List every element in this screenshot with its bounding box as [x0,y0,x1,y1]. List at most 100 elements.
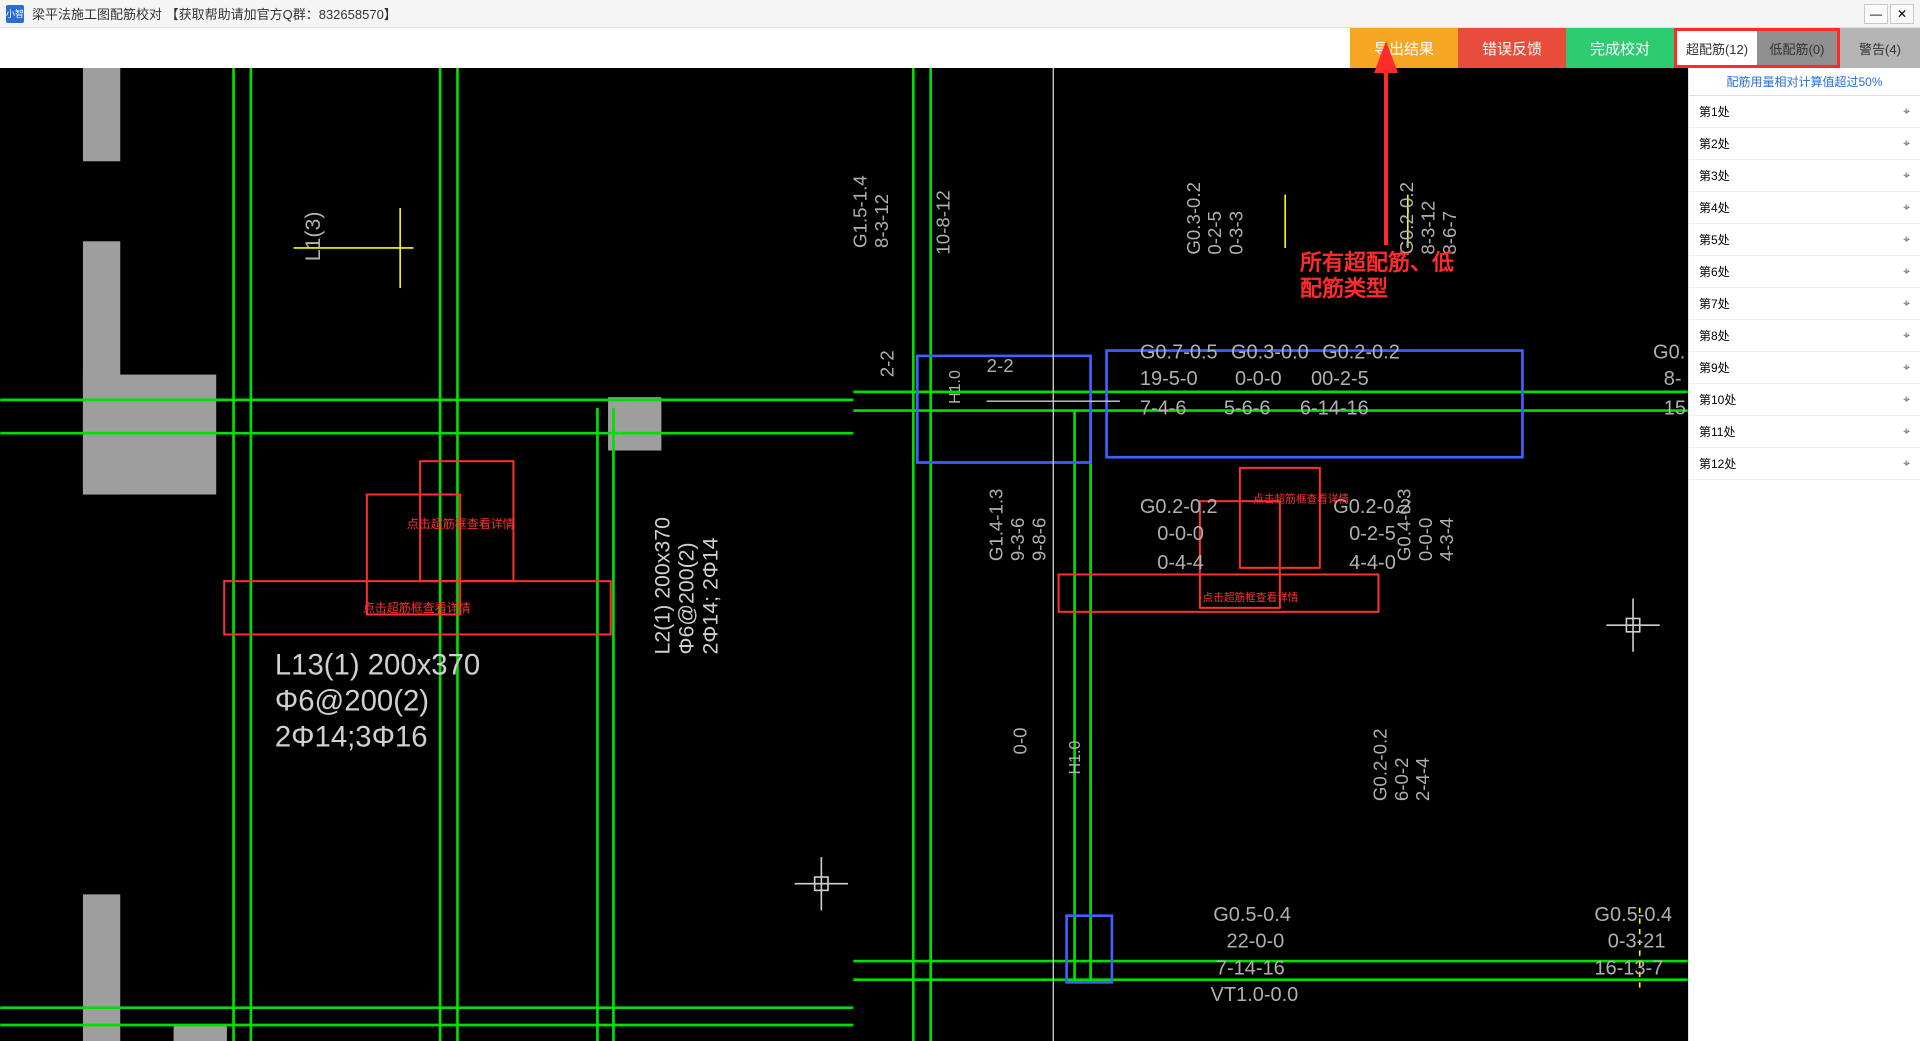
svg-text:G0.2-0.2: G0.2-0.2 [1140,496,1218,518]
cad-label-l2-2: Φ6@200(2) [674,542,698,654]
result-item-label: 第4处 [1699,199,1730,216]
svg-text:0-2-5: 0-2-5 [1204,211,1225,255]
result-item-10[interactable]: 第10处 ⌖ [1689,384,1920,416]
svg-text:7-14-16: 7-14-16 [1216,957,1285,979]
toolbar: 导出结果 错误反馈 完成校对 超配筋(12) 低配筋(0) 警告(4) [0,28,1920,68]
cad-label-l13-2: Φ6@200(2) [275,684,429,717]
svg-text:0-3-21: 0-3-21 [1608,931,1666,953]
app-icon: 小智 [6,5,24,23]
result-item-5[interactable]: 第5处 ⌖ [1689,224,1920,256]
result-item-8[interactable]: 第8处 ⌖ [1689,320,1920,352]
tab-over-reinforcement[interactable]: 超配筋(12) [1677,31,1757,65]
locate-icon[interactable]: ⌖ [1903,232,1910,247]
cad-label-l2-1: L2(1) 200x370 [650,517,674,655]
locate-icon[interactable]: ⌖ [1903,264,1910,279]
result-item-9[interactable]: 第9处 ⌖ [1689,352,1920,384]
panel-header: 配筋用量相对计算值超过50% [1689,68,1920,96]
svg-text:6-0-2: 6-0-2 [1391,758,1412,802]
svg-text:2-2: 2-2 [876,350,897,377]
cad-hint-left-2: 点击超筋框查看详情 [363,600,471,615]
svg-text:G0.7-0.5G0.3-0.0G0.2-0.2: G0.7-0.5G0.3-0.0G0.2-0.2 [1140,342,1400,364]
error-feedback-button[interactable]: 错误反馈 [1458,28,1566,68]
cad-label-l13-1: L13(1) 200x370 [275,648,480,681]
result-item-1[interactable]: 第1处 ⌖ [1689,96,1920,128]
svg-text:G0.2-0.2: G0.2-0.2 [1369,728,1390,801]
svg-text:16-13-7: 16-13-7 [1594,957,1663,979]
svg-text:G1.4-1.3: G1.4-1.3 [986,489,1007,562]
locate-icon[interactable]: ⌖ [1903,456,1910,471]
tab-under-reinforcement[interactable]: 低配筋(0) [1757,31,1837,65]
result-item-label: 第5处 [1699,231,1730,248]
svg-text:8-3-12: 8-3-12 [871,194,892,248]
locate-icon[interactable]: ⌖ [1903,200,1910,215]
svg-text:G0.5-0.4: G0.5-0.4 [1213,904,1291,926]
svg-text:19-5-00-0-000-2-5: 19-5-00-0-000-2-5 [1140,368,1369,390]
result-item-label: 第7处 [1699,295,1730,312]
svg-text:0-2-5: 0-2-5 [1349,523,1396,545]
result-item-label: 第12处 [1699,455,1736,472]
result-item-4[interactable]: 第4处 ⌖ [1689,192,1920,224]
cad-hint-left-1: 点击超筋框查看详情 [407,516,515,531]
locate-icon[interactable]: ⌖ [1903,296,1910,311]
result-item-11[interactable]: 第11处 ⌖ [1689,416,1920,448]
result-item-12[interactable]: 第12处 ⌖ [1689,448,1920,480]
cad-label-l13-3: 2Φ14;3Φ16 [275,720,428,753]
svg-text:0-0-0: 0-0-0 [1415,518,1436,562]
svg-text:G0.4-0.3: G0.4-0.3 [1393,489,1414,562]
result-item-label: 第9处 [1699,359,1730,376]
result-item-6[interactable]: 第6处 ⌖ [1689,256,1920,288]
result-item-label: 第6处 [1699,263,1730,280]
svg-text:点击超筋框查看详情: 点击超筋框查看详情 [1203,591,1299,604]
svg-text:4-4-0: 4-4-0 [1349,552,1396,574]
cad-label-l1: L1(3) [301,212,325,262]
result-item-label: 第1处 [1699,103,1730,120]
svg-text:VT1.0-0.0: VT1.0-0.0 [1211,984,1299,1006]
minimize-button[interactable]: — [1864,4,1888,24]
svg-text:G1.5-1.4: G1.5-1.4 [850,175,871,248]
svg-text:9-8-6: 9-8-6 [1028,518,1049,562]
locate-icon[interactable]: ⌖ [1903,424,1910,439]
svg-text:8-6-7: 8-6-7 [1439,211,1460,255]
locate-icon[interactable]: ⌖ [1903,104,1910,119]
svg-text:15: 15 [1664,398,1686,420]
locate-icon[interactable]: ⌖ [1903,168,1910,183]
svg-text:8-3-12: 8-3-12 [1417,201,1438,255]
svg-text:H1.0: H1.0 [947,370,964,404]
result-item-3[interactable]: 第3处 ⌖ [1689,160,1920,192]
svg-text:H1.0: H1.0 [1067,741,1084,775]
result-item-label: 第8处 [1699,327,1730,344]
svg-text:2-2: 2-2 [987,355,1014,376]
result-item-label: 第11处 [1699,423,1735,440]
tab-warnings[interactable]: 警告(4) [1840,28,1920,68]
svg-text:7-4-65-6-66-14-16: 7-4-65-6-66-14-16 [1140,398,1369,420]
export-button[interactable]: 导出结果 [1350,28,1458,68]
svg-text:8-: 8- [1664,368,1682,390]
svg-text:点击超筋框查看详情: 点击超筋框查看详情 [1253,493,1349,506]
result-item-2[interactable]: 第2处 ⌖ [1689,128,1920,160]
result-item-label: 第3处 [1699,167,1730,184]
locate-icon[interactable]: ⌖ [1903,392,1910,407]
svg-text:G0.5-0.4: G0.5-0.4 [1594,904,1672,926]
svg-text:10-8-12: 10-8-12 [932,190,953,254]
result-item-7[interactable]: 第7处 ⌖ [1689,288,1920,320]
locate-icon[interactable]: ⌖ [1903,136,1910,151]
svg-text:22-0-0: 22-0-0 [1227,931,1285,953]
svg-text:G0.: G0. [1653,342,1685,364]
svg-text:2-4-4: 2-4-4 [1412,758,1433,802]
locate-icon[interactable]: ⌖ [1903,328,1910,343]
title-bar: 小智 梁平法施工图配筋校对 【获取帮助请加官方Q群：832658570】 — ✕ [0,0,1920,28]
cad-svg: L1(3) L13(1) 200x370 Φ6@200(2) 2Φ14;3Φ16… [0,68,1688,1041]
close-button[interactable]: ✕ [1890,4,1914,24]
svg-text:G0.3-0.2: G0.3-0.2 [1183,182,1204,255]
locate-icon[interactable]: ⌖ [1903,360,1910,375]
tab-highlight-box: 超配筋(12) 低配筋(0) [1674,28,1840,68]
svg-text:9-3-6: 9-3-6 [1007,518,1028,562]
svg-text:0-4-4: 0-4-4 [1157,552,1204,574]
svg-text:0-3-3: 0-3-3 [1226,211,1247,255]
finish-check-button[interactable]: 完成校对 [1566,28,1674,68]
svg-text:G0.2-0.2: G0.2-0.2 [1396,182,1417,255]
main-area: L1(3) L13(1) 200x370 Φ6@200(2) 2Φ14;3Φ16… [0,68,1920,1041]
cad-canvas[interactable]: L1(3) L13(1) 200x370 Φ6@200(2) 2Φ14;3Φ16… [0,68,1688,1041]
result-item-label: 第10处 [1699,391,1736,408]
result-item-label: 第2处 [1699,135,1730,152]
